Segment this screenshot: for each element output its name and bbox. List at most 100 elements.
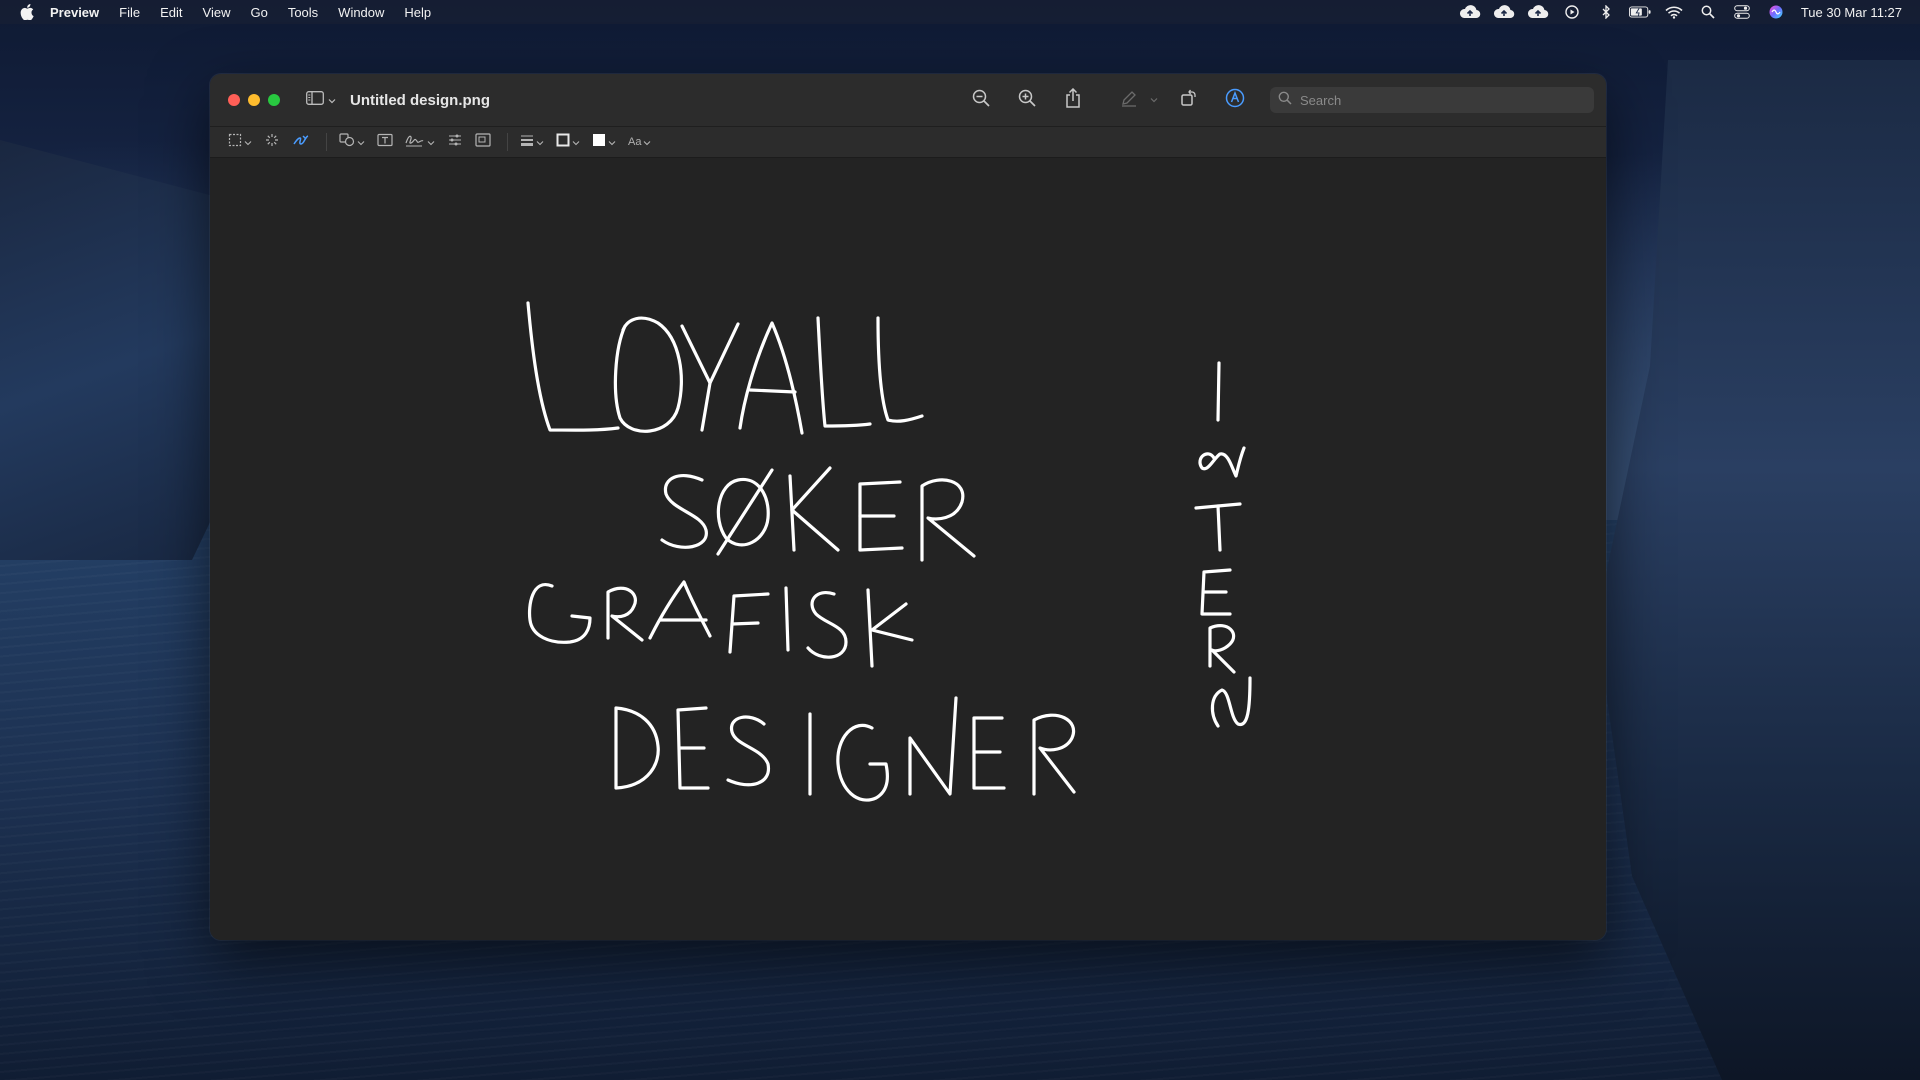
- chevron-down-icon: [536, 133, 544, 151]
- sketch-stroke: [613, 316, 683, 433]
- close-window-button[interactable]: [228, 94, 240, 106]
- menu-window[interactable]: Window: [338, 5, 384, 20]
- sketch-stroke: [526, 301, 620, 432]
- highlight-button[interactable]: [1114, 86, 1144, 114]
- menu-app-name[interactable]: Preview: [50, 5, 99, 20]
- icloud-upload-icon[interactable]: [1493, 4, 1515, 20]
- menu-bar: Preview File Edit View Go Tools Window H…: [0, 0, 1920, 24]
- sketch-stroke: [700, 381, 712, 432]
- bluetooth-icon[interactable]: [1595, 4, 1617, 20]
- sketch-stroke: [920, 478, 976, 562]
- rotate-button[interactable]: [1174, 86, 1204, 114]
- sketch-stroke: [1216, 361, 1221, 422]
- sidebar-icon: [306, 90, 324, 110]
- toolbar-divider: [326, 133, 327, 151]
- fill-color-button[interactable]: [592, 131, 616, 153]
- sketch-stroke: [680, 322, 740, 385]
- text-style-button[interactable]: Aa: [628, 131, 651, 153]
- menu-clock[interactable]: Tue 30 Mar 11:27: [1801, 5, 1902, 20]
- siri-icon[interactable]: [1765, 4, 1787, 20]
- adjust-size-icon: [475, 132, 491, 152]
- apple-menu-icon[interactable]: [20, 4, 36, 20]
- document-title[interactable]: Untitled design.png: [350, 92, 490, 109]
- preview-window: Untitled design.png Search Aa: [210, 74, 1606, 940]
- zoom-in-button[interactable]: [1012, 86, 1042, 114]
- control-center-icon[interactable]: [1731, 4, 1753, 20]
- menu-view[interactable]: View: [203, 5, 231, 20]
- chevron-down-icon: [328, 91, 336, 109]
- sketch-stroke: [876, 316, 924, 423]
- window-titlebar: Untitled design.png: [210, 74, 1606, 126]
- signature-icon: [405, 133, 425, 152]
- chevron-down-icon[interactable]: [1150, 97, 1158, 103]
- sketch-stroke: [660, 474, 708, 549]
- minimize-window-button[interactable]: [248, 94, 260, 106]
- text-box-button[interactable]: [377, 131, 393, 153]
- selection-tool-button[interactable]: [228, 131, 252, 153]
- play-circle-icon[interactable]: [1561, 4, 1583, 20]
- sketch-stroke: [870, 602, 914, 642]
- markup-icon: [1225, 88, 1245, 113]
- sketch-stroke: [806, 591, 848, 659]
- adjust-color-button[interactable]: [447, 131, 463, 153]
- handwritten-sketch-image: [526, 301, 1252, 802]
- sketch-icon: [292, 132, 310, 153]
- chevron-down-icon: [427, 133, 435, 151]
- sketch-stroke: [614, 706, 660, 790]
- search-input[interactable]: [1298, 91, 1582, 109]
- sketch-stroke: [1210, 676, 1252, 728]
- image-canvas[interactable]: [210, 158, 1606, 940]
- adjust-size-button[interactable]: [475, 131, 491, 153]
- zoom-in-icon: [1018, 89, 1036, 112]
- icloud-upload-icon[interactable]: [1459, 4, 1481, 20]
- chevron-down-icon: [608, 133, 616, 151]
- signature-button[interactable]: [405, 131, 435, 153]
- markup-toolbar: Aa: [210, 126, 1606, 158]
- menu-file[interactable]: File: [119, 5, 140, 20]
- sketch-stroke: [908, 696, 958, 796]
- shapes-button[interactable]: [339, 131, 365, 153]
- menu-go[interactable]: Go: [250, 5, 267, 20]
- sketch-stroke: [606, 586, 644, 642]
- wifi-icon[interactable]: [1663, 4, 1685, 20]
- sketch-button[interactable]: [292, 131, 310, 153]
- sketch-stroke: [784, 586, 790, 652]
- sketch-stroke: [648, 580, 712, 640]
- sketch-stroke: [866, 588, 874, 668]
- share-button[interactable]: [1058, 86, 1088, 114]
- sketch-stroke: [1032, 713, 1076, 796]
- search-icon: [1278, 91, 1292, 110]
- spotlight-search-icon[interactable]: [1697, 4, 1719, 20]
- sidebar-toggle-button[interactable]: [306, 90, 336, 110]
- sketch-stroke: [730, 621, 760, 626]
- menu-edit[interactable]: Edit: [160, 5, 182, 20]
- border-color-icon: [556, 133, 570, 152]
- rotate-icon: [1180, 89, 1198, 112]
- icloud-upload-icon[interactable]: [1527, 4, 1549, 20]
- instant-alpha-icon: [264, 132, 280, 153]
- sketch-stroke: [1208, 624, 1236, 674]
- highlight-pen-icon: [1120, 89, 1138, 112]
- toolbar-divider: [507, 133, 508, 151]
- menu-help[interactable]: Help: [404, 5, 431, 20]
- chevron-down-icon: [643, 133, 651, 151]
- chevron-down-icon: [357, 133, 365, 151]
- rect-select-icon: [228, 133, 242, 152]
- sketch-stroke: [1216, 504, 1222, 552]
- sketch-stroke: [790, 466, 840, 552]
- battery-icon[interactable]: [1628, 4, 1651, 20]
- sketch-stroke: [748, 388, 797, 394]
- instant-alpha-button[interactable]: [264, 131, 280, 153]
- shapes-icon: [339, 132, 355, 152]
- adjust-color-icon: [447, 133, 463, 152]
- search-field[interactable]: [1270, 87, 1594, 113]
- border-color-button[interactable]: [556, 131, 580, 153]
- sketch-stroke: [836, 723, 890, 802]
- zoom-out-button[interactable]: [966, 86, 996, 114]
- sketch-stroke: [726, 715, 771, 787]
- traffic-lights: [228, 94, 288, 106]
- menu-tools[interactable]: Tools: [288, 5, 318, 20]
- shape-style-button[interactable]: [520, 131, 544, 153]
- fullscreen-window-button[interactable]: [268, 94, 280, 106]
- markup-toggle-button[interactable]: [1220, 86, 1250, 114]
